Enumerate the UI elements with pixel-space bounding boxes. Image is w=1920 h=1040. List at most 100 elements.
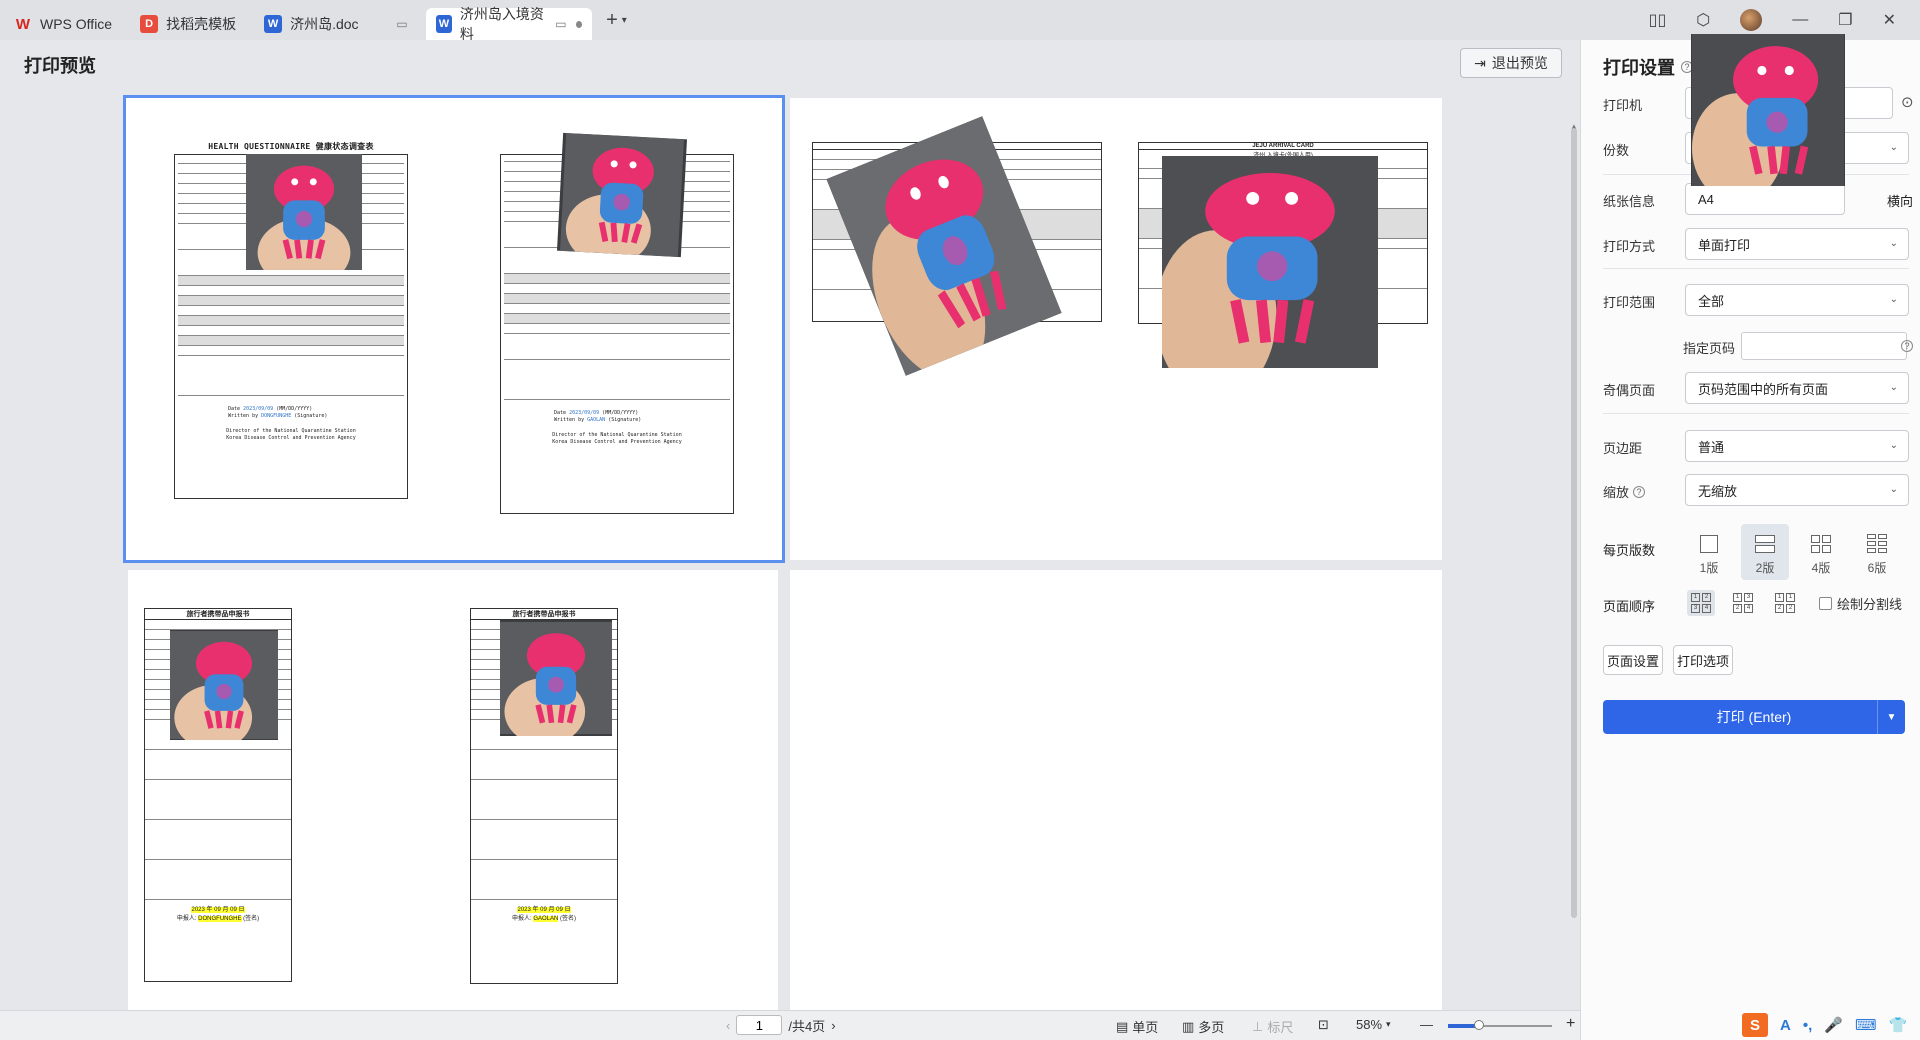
chevron-down-icon: ⌄ [1889, 440, 1898, 451]
tab-jeju-entry[interactable]: W 济州岛入境资料 ▭ [426, 6, 593, 42]
ime-keyboard-icon[interactable]: ⌨ [1855, 1016, 1877, 1034]
layout-icon[interactable]: ▯▯ [1649, 10, 1667, 30]
print-mode-select[interactable]: 单面打印 ⌄ [1685, 228, 1909, 260]
order-repeat-button[interactable]: 1122 [1771, 590, 1799, 616]
page-number-input[interactable] [736, 1015, 783, 1035]
layout-4-button[interactable]: 4版 [1797, 524, 1845, 580]
panel-title: 打印设置 ? [1603, 54, 1693, 80]
page-setup-button[interactable]: 页面设置 [1603, 645, 1663, 675]
tab-docer[interactable]: D 找稻壳模板 [130, 8, 246, 40]
help-icon[interactable]: ? [1633, 485, 1646, 498]
chevron-down-icon: ⌄ [1889, 294, 1898, 305]
page-order-label: 页面顺序 [1603, 599, 1656, 614]
prev-page-icon[interactable]: ‹ [726, 1018, 730, 1033]
layout-6-button[interactable]: 6版 [1853, 524, 1901, 580]
ime-mic-icon[interactable]: 🎤 [1824, 1016, 1843, 1034]
paper-label: 纸张信息 [1603, 194, 1656, 209]
scale-row: 缩放? 无缩放 ⌄ [1603, 474, 1913, 506]
preview-canvas[interactable]: HEALTH QUESTIONNAIRE 健康状态调查表 Date 2023/0… [0, 86, 1580, 1010]
preview-sheet-3[interactable]: 旅行者携带品申报书 2023 年 09 月 09 日 申报人: DONGFUNG… [128, 570, 778, 1010]
chevron-down-icon: ▾ [621, 14, 627, 26]
zoom-slider[interactable] [1448, 1020, 1552, 1030]
odd-even-value: 页码范围中的所有页面 [1698, 381, 1829, 397]
exit-preview-label: 退出预览 [1491, 55, 1548, 71]
toy-photo [500, 620, 612, 736]
chevron-down-icon[interactable]: ▼ [1877, 700, 1905, 734]
print-button[interactable]: 打印 (Enter) ▼ [1603, 700, 1905, 734]
single-page-button[interactable]: ▤ 单页 [1116, 1017, 1158, 1036]
specify-pages-input[interactable] [1741, 332, 1907, 360]
scrollbar-thumb[interactable] [1571, 128, 1577, 918]
zoom-level[interactable]: 58% ▾ [1356, 1017, 1391, 1032]
paper-value: A4 [1698, 191, 1714, 207]
orientation-value[interactable]: 横向 [1887, 191, 1913, 210]
tab-label: 找稻壳模板 [166, 16, 237, 32]
ime-skin-icon[interactable]: 👕 [1889, 1016, 1908, 1034]
print-range-value: 全部 [1698, 293, 1725, 309]
stepper-icon[interactable]: ⌄ [1890, 142, 1898, 153]
paper-select[interactable]: A4 [1685, 183, 1845, 215]
print-range-select[interactable]: 全部 ⌄ [1685, 284, 1909, 316]
page-title: 打印预览 [24, 56, 96, 76]
layout-1-button[interactable]: 1版 [1685, 524, 1733, 580]
multi-page-button[interactable]: ▥ 多页 [1182, 1017, 1224, 1036]
ruler-icon: ⊥ [1252, 1018, 1264, 1034]
print-settings-panel: 打印设置 ? 打印机 🖶 ⊙ 份数 1 ⌄ 纸张信息 A4 横向 打印方式 单面… [1580, 34, 1920, 1040]
margin-select[interactable]: 普通 ⌄ [1685, 430, 1909, 462]
fit-page-icon[interactable]: ⊡ [1318, 1017, 1329, 1033]
order-vertical-button[interactable]: 1324 [1729, 590, 1757, 616]
chevron-down-icon: ▾ [1386, 1019, 1391, 1029]
margin-label: 页边距 [1603, 441, 1643, 456]
ime-lang-icon[interactable]: A [1780, 1017, 1791, 1034]
close-button[interactable]: ✕ [1883, 10, 1896, 30]
page-total: /共4页 [788, 1018, 826, 1034]
scale-select[interactable]: 无缩放 ⌄ [1685, 474, 1909, 506]
zoom-value: 58% [1356, 1017, 1383, 1032]
plus-icon: + [606, 8, 618, 31]
zoom-in-icon[interactable]: + [1566, 1015, 1575, 1033]
written-name: GAOLAN [587, 417, 606, 423]
odd-even-label: 奇偶页面 [1603, 383, 1656, 398]
preview-sheet-4[interactable] [790, 570, 1442, 1010]
avatar[interactable] [1740, 9, 1763, 31]
title-bar: W WPS Office D 找稻壳模板 W 济州岛.doc ▭ W 济州岛入境… [0, 0, 1920, 42]
checkbox-icon [1819, 596, 1832, 610]
toy-photo-overlay [1691, 34, 1845, 186]
date-format: (MM/DD/YYYY) [276, 406, 313, 412]
sogou-logo-icon[interactable]: S [1742, 1013, 1768, 1037]
preview-sheet-2[interactable]: JEJU ARRIVAL CARD JEJU ARRIVAL CARD 济州 入… [790, 98, 1442, 560]
exit-icon: ⇥ [1474, 54, 1486, 71]
single-page-label: 单页 [1132, 1020, 1159, 1035]
order-horizontal-button[interactable]: 1234 [1687, 590, 1715, 616]
zoom-out-icon[interactable]: — [1420, 1017, 1433, 1032]
draw-divider-checkbox[interactable]: 绘制分割线 [1819, 594, 1902, 613]
layout-2-button[interactable]: 2版 [1741, 524, 1789, 580]
ruler-button[interactable]: ⊥ 标尺 [1252, 1017, 1293, 1036]
pages-icon: ▥ [1182, 1018, 1195, 1034]
print-options-button[interactable]: 打印选项 [1673, 645, 1733, 675]
tab-jeju-doc[interactable]: W 济州岛.doc ▭ [254, 8, 420, 40]
tab-wps-office[interactable]: W WPS Office [4, 8, 122, 40]
layout-more-button[interactable]: ··· 更多 [1909, 524, 1920, 580]
cube-icon[interactable]: ⬡ [1696, 10, 1710, 30]
vertical-scrollbar[interactable]: ▲ [1570, 92, 1578, 992]
new-tab-button[interactable]: + ▾ [606, 9, 627, 32]
help-icon[interactable]: ? [1901, 340, 1913, 352]
page-navigator: ‹ /共4页 › [726, 1015, 836, 1035]
odd-even-select[interactable]: 页码范围中的所有页面 ⌄ [1685, 372, 1909, 404]
signature-label: (Signature) [294, 413, 328, 419]
paper-row: 纸张信息 A4 横向 [1603, 183, 1913, 215]
print-mode-row: 打印方式 单面打印 ⌄ [1603, 228, 1913, 260]
next-page-icon[interactable]: › [831, 1018, 835, 1033]
restore-button[interactable]: ❐ [1838, 10, 1852, 30]
tab-label: WPS Office [40, 16, 113, 32]
ime-punct-icon[interactable]: •, [1803, 1017, 1812, 1034]
preview-sheet-1[interactable]: HEALTH QUESTIONNAIRE 健康状态调查表 Date 2023/0… [123, 95, 785, 563]
minimize-button[interactable]: — [1792, 11, 1808, 29]
printer-settings-icon[interactable]: ⊙ [1901, 93, 1914, 111]
odd-even-row: 奇偶页面 页码范围中的所有页面 ⌄ [1603, 372, 1913, 404]
exit-preview-button[interactable]: ⇥ 退出预览 [1460, 48, 1562, 78]
unsaved-dot-icon [575, 20, 583, 28]
print-range-row: 打印范围 全部 ⌄ [1603, 284, 1913, 316]
margin-value: 普通 [1698, 439, 1725, 455]
